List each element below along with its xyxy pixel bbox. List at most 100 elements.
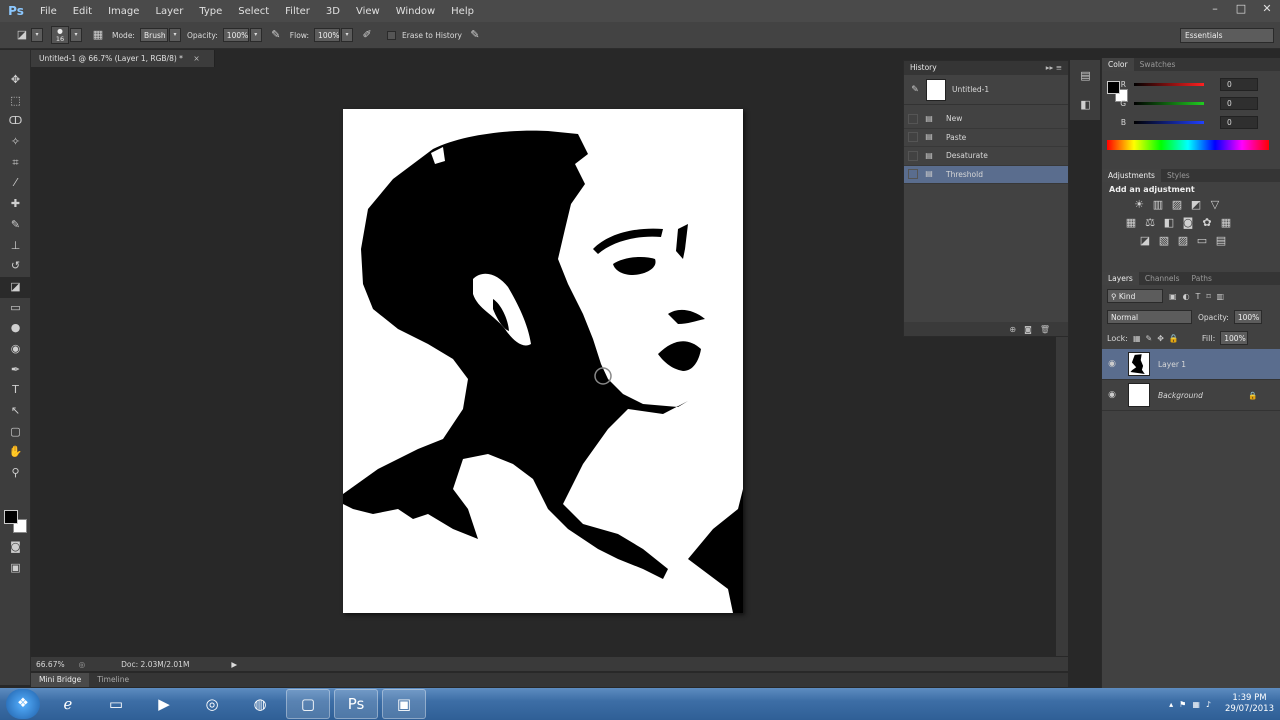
menu-layer[interactable]: Layer <box>147 6 191 17</box>
hue-saturation-icon[interactable]: ▦ <box>1124 216 1138 230</box>
history-item-paste[interactable]: ▤ Paste <box>904 129 1068 147</box>
tab-mini-bridge[interactable]: Mini Bridge <box>31 673 90 687</box>
blend-mode-select[interactable]: Normal <box>1107 310 1192 324</box>
invert-icon[interactable]: ◪ <box>1138 234 1152 248</box>
green-slider[interactable] <box>1134 102 1204 105</box>
clock[interactable]: 1:39 PM 29/07/2013 <box>1225 693 1274 715</box>
kind-filter-select[interactable]: ⚲ Kind <box>1107 289 1163 303</box>
eraser-tool-icon[interactable]: ◪ <box>0 276 31 298</box>
tab-layers[interactable]: Layers <box>1102 272 1139 285</box>
internet-explorer-icon[interactable]: ℯ <box>46 689 90 719</box>
type-tool-icon[interactable]: T <box>0 380 31 401</box>
move-tool-icon[interactable]: ✥ <box>0 70 31 91</box>
properties-panel-icon[interactable]: ◧ <box>1070 95 1101 116</box>
fill-field[interactable]: 100% <box>1220 331 1249 345</box>
red-slider[interactable] <box>1134 83 1204 86</box>
history-title[interactable]: History <box>910 63 937 72</box>
menu-edit[interactable]: Edit <box>65 6 100 17</box>
minimize-button[interactable]: – <box>1202 0 1228 18</box>
history-item-new[interactable]: ▤ New <box>904 110 1068 129</box>
menu-image[interactable]: Image <box>100 6 147 17</box>
crop-tool-icon[interactable]: ⌗ <box>0 153 31 174</box>
history-item-desaturate[interactable]: ▤ Desaturate <box>904 147 1068 166</box>
brush-panel-icon[interactable]: ▦ <box>90 27 106 43</box>
history-source-checkbox[interactable] <box>908 113 918 124</box>
lock-all-icon[interactable]: 🔒 <box>1169 334 1179 343</box>
zoom-tool-icon[interactable]: ⚲ <box>0 463 31 484</box>
rectangle-tool-icon[interactable]: ▢ <box>0 422 31 443</box>
media-player-icon[interactable]: ▶ <box>142 689 186 719</box>
flow-field[interactable]: 100% <box>314 28 341 42</box>
brush-picker-dropdown[interactable]: ▾ <box>70 28 82 42</box>
blue-value-field[interactable]: 0 <box>1220 116 1258 129</box>
eraser-tool-preset-icon[interactable]: ◪ <box>14 27 30 43</box>
menu-file[interactable]: File <box>32 6 65 17</box>
blur-tool-icon[interactable]: ● <box>0 318 31 339</box>
history-source-checkbox[interactable] <box>908 132 918 143</box>
tab-swatches[interactable]: Swatches <box>1134 58 1182 71</box>
image-canvas[interactable] <box>343 109 743 613</box>
quick-select-tool-icon[interactable]: ✧ <box>0 132 31 153</box>
red-value-field[interactable]: 0 <box>1220 78 1258 91</box>
menu-select[interactable]: Select <box>230 6 277 17</box>
tab-adjustments[interactable]: Adjustments <box>1102 169 1161 182</box>
exposure-icon[interactable]: ◩ <box>1189 198 1203 212</box>
layer-opacity-field[interactable]: 100% <box>1233 310 1262 324</box>
chrome-icon[interactable]: ◎ <box>190 689 234 719</box>
status-menu-arrow-icon[interactable]: ▶ <box>231 660 237 669</box>
hand-tool-icon[interactable]: ✋ <box>0 442 31 463</box>
selective-color-icon[interactable]: ▤ <box>1214 234 1228 248</box>
photo-filter-icon[interactable]: ◙ <box>1181 216 1195 230</box>
path-selection-tool-icon[interactable]: ↖ <box>0 401 31 422</box>
visibility-eye-icon[interactable]: ◉ <box>1102 390 1122 400</box>
clone-stamp-tool-icon[interactable]: ⊥ <box>0 236 31 257</box>
show-hidden-icons-icon[interactable]: ▴ <box>1169 700 1173 709</box>
maximize-button[interactable]: □ <box>1228 0 1254 18</box>
menu-filter[interactable]: Filter <box>277 6 318 17</box>
opacity-field[interactable]: 100% <box>222 28 249 42</box>
brush-tool-icon[interactable]: ✎ <box>0 215 31 236</box>
history-snapshot[interactable]: ✎ Untitled-1 <box>904 75 1068 105</box>
brush-size-picker[interactable]: ● 16 <box>51 26 69 44</box>
status-info-icon[interactable]: ◎ <box>79 660 86 669</box>
new-snapshot-icon[interactable]: ◙ <box>1024 325 1032 334</box>
gradient-map-icon[interactable]: ▭ <box>1195 234 1209 248</box>
layer-row-background[interactable]: ◉ Background 🔒 <box>1102 380 1280 411</box>
pressure-size-icon[interactable]: ✎ <box>467 27 483 43</box>
filter-shape-icon[interactable]: ⌑ <box>1206 292 1210 301</box>
visibility-eye-icon[interactable]: ◉ <box>1102 359 1122 369</box>
menu-type[interactable]: Type <box>191 6 230 17</box>
menu-window[interactable]: Window <box>388 6 443 17</box>
network-icon[interactable]: ▦ <box>1192 700 1200 709</box>
tool-preset-dropdown[interactable]: ▾ <box>31 28 43 42</box>
mode-select[interactable]: Brush <box>139 28 168 42</box>
firefox-icon[interactable]: ◍ <box>238 689 282 719</box>
photoshop-taskbar-icon[interactable]: Ps <box>334 689 378 719</box>
filter-pixel-icon[interactable]: ▣ <box>1169 292 1177 301</box>
lock-pixels-icon[interactable]: ✎ <box>1146 334 1153 343</box>
history-source-checkbox[interactable] <box>908 150 918 161</box>
history-panel-menu-icon[interactable]: ▸▸ ≡ <box>1046 61 1062 75</box>
workspace-select[interactable]: Essentials <box>1180 28 1274 43</box>
tab-timeline[interactable]: Timeline <box>89 673 137 687</box>
tab-channels[interactable]: Channels <box>1139 272 1186 285</box>
healing-brush-tool-icon[interactable]: ✚ <box>0 194 31 215</box>
menu-3d[interactable]: 3D <box>318 6 348 17</box>
dodge-tool-icon[interactable]: ◉ <box>0 339 31 360</box>
screen-recorder-icon[interactable]: ▣ <box>382 689 426 719</box>
black-white-icon[interactable]: ◧ <box>1162 216 1176 230</box>
pressure-opacity-icon[interactable]: ✎ <box>268 27 284 43</box>
brightness-contrast-icon[interactable]: ☀ <box>1132 198 1146 212</box>
filter-type-icon[interactable]: T <box>1196 292 1201 301</box>
filter-smart-object-icon[interactable]: ▥ <box>1217 292 1225 301</box>
mode-dropdown[interactable]: ▾ <box>168 28 181 42</box>
flow-dropdown[interactable]: ▾ <box>341 28 354 42</box>
eyedropper-tool-icon[interactable]: ⁄ <box>0 173 31 194</box>
menu-view[interactable]: View <box>348 6 388 17</box>
posterize-icon[interactable]: ▧ <box>1157 234 1171 248</box>
curves-icon[interactable]: ▨ <box>1170 198 1184 212</box>
volume-icon[interactable]: ♪ <box>1206 700 1211 709</box>
threshold-icon[interactable]: ▨ <box>1176 234 1190 248</box>
start-button[interactable]: ❖ <box>6 689 40 719</box>
tab-color[interactable]: Color <box>1102 58 1134 71</box>
